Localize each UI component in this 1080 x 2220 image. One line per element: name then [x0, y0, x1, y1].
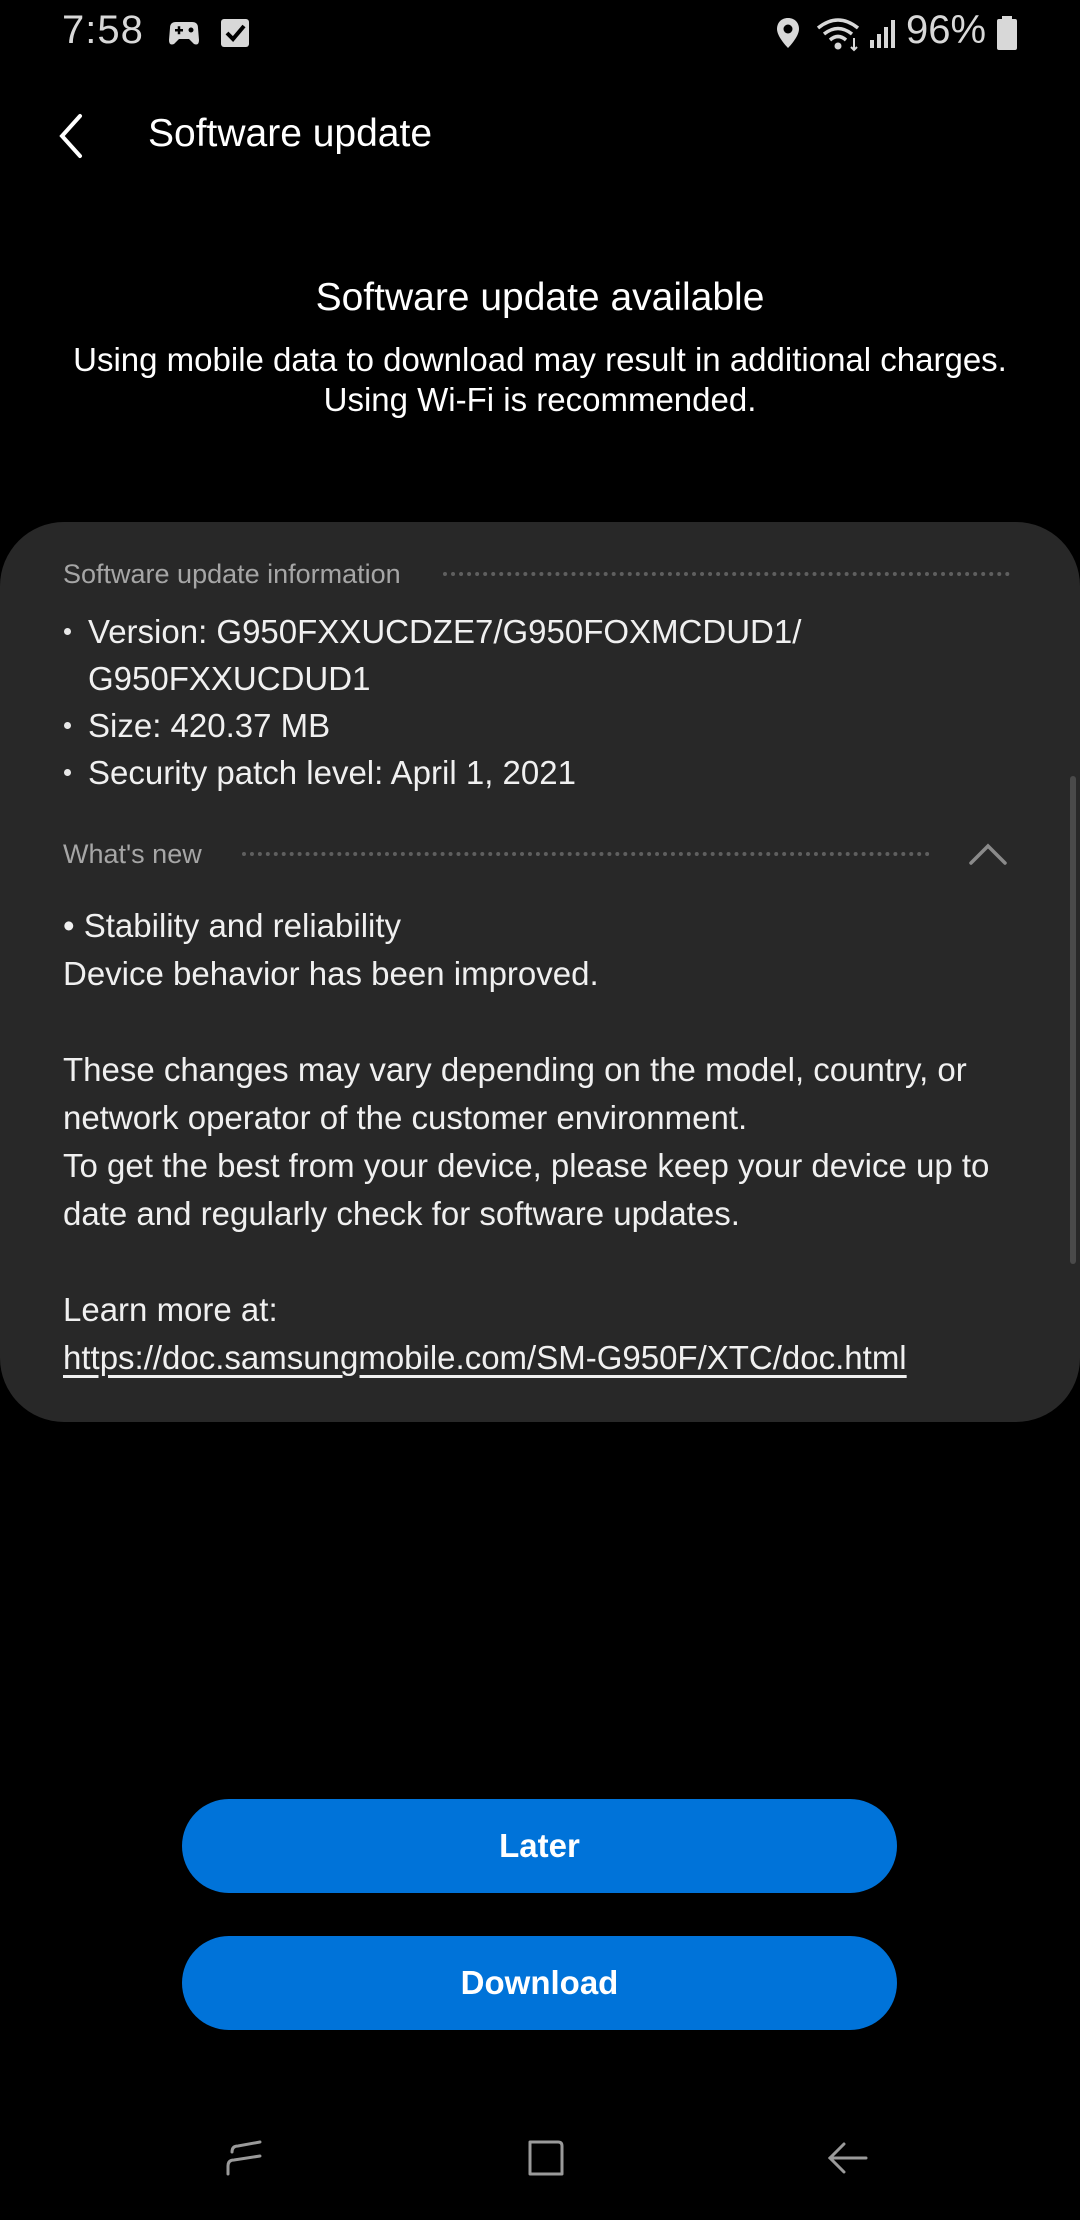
back-button[interactable]: [48, 104, 96, 168]
chevron-up-icon: [969, 843, 1007, 865]
recents-icon: [226, 2140, 262, 2176]
learn-more-link[interactable]: https://doc.samsungmobile.com/SM-G950F/X…: [63, 1339, 907, 1376]
navigation-bar: [0, 2100, 1080, 2220]
collapse-button[interactable]: [966, 832, 1010, 876]
dotted-divider: [241, 852, 930, 856]
download-button[interactable]: Download: [182, 1936, 897, 2030]
info-section-header: Software update information: [63, 556, 1010, 592]
later-button[interactable]: Later: [182, 1799, 897, 1893]
security-patch-item: Security patch level: April 1, 2021: [60, 749, 1020, 796]
game-controller-icon: [164, 14, 204, 54]
info-section-label: Software update information: [63, 558, 401, 589]
back-icon: [827, 2142, 868, 2174]
signal-icon: [864, 14, 904, 54]
chevron-left-icon: [59, 114, 82, 158]
recents-button[interactable]: [212, 2126, 276, 2190]
whats-new-header: What's new: [63, 836, 930, 872]
update-details-card: Software update information Version: G95…: [0, 522, 1080, 1422]
disclaimer-paragraph: These changes may vary depending on the …: [63, 1051, 967, 1136]
dotted-divider: [442, 572, 1010, 576]
status-time: 7:58: [62, 8, 144, 52]
version-item: Version: G950FXXUCDZE7/G950FOXMCDUD1/ G9…: [60, 608, 1020, 702]
wifi-icon: [814, 14, 862, 54]
update-info-list: Version: G950FXXUCDZE7/G950FOXMCDUD1/ G9…: [60, 608, 1020, 796]
update-available-title: Software update available: [315, 276, 765, 319]
whats-new-content: • Stability and reliability Device behav…: [63, 902, 1023, 1382]
whats-new-line: Device behavior has been improved.: [63, 955, 599, 992]
whats-new-label: What's new: [63, 838, 202, 869]
recommendation-paragraph: To get the best from your device, please…: [63, 1147, 990, 1232]
battery-icon: [992, 14, 1022, 54]
home-button[interactable]: [514, 2126, 578, 2190]
learn-more-label: Learn more at:: [63, 1291, 278, 1328]
status-bar: 7:58 96%: [0, 0, 1080, 66]
home-icon: [528, 2140, 564, 2176]
nav-back-button[interactable]: [816, 2126, 880, 2190]
page-title: Software update: [148, 112, 433, 155]
size-item: Size: 420.37 MB: [60, 702, 1020, 749]
battery-percentage: 96%: [906, 8, 987, 52]
scrollbar[interactable]: [1070, 776, 1076, 1264]
checkbox-icon: [216, 14, 256, 54]
whats-new-bullet: • Stability and reliability: [63, 907, 402, 944]
location-icon: [768, 14, 808, 54]
mobile-data-warning: Using mobile data to download may result…: [73, 341, 1007, 418]
